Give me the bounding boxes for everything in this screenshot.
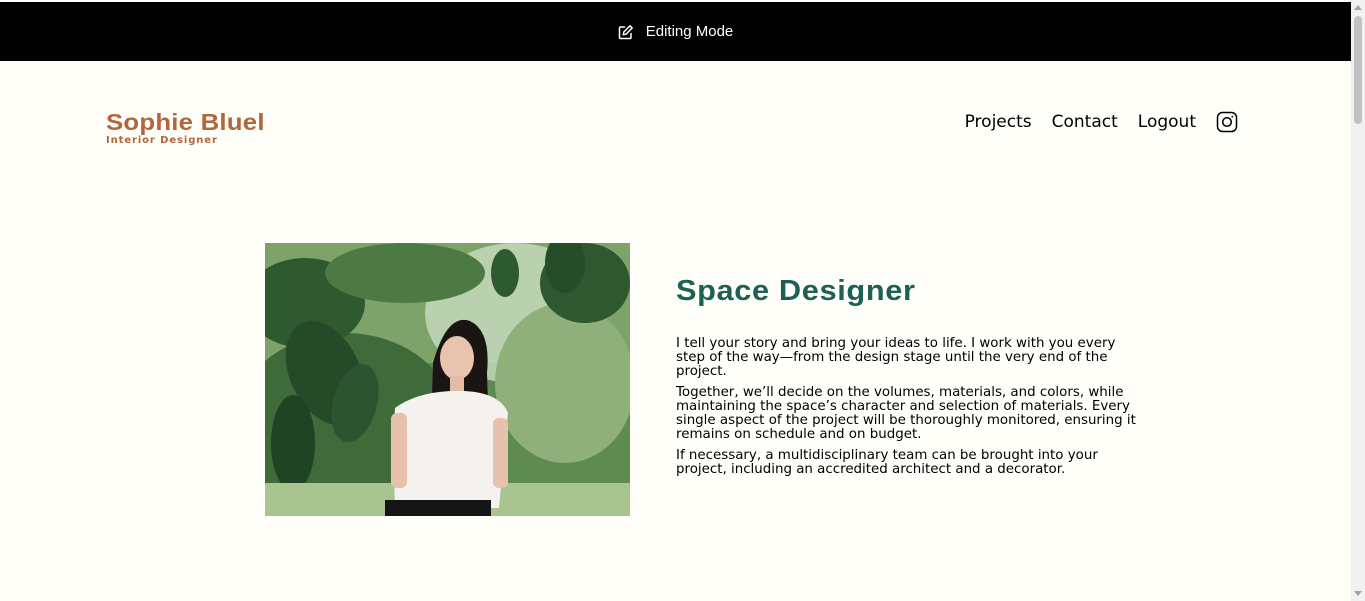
editing-mode-label: Editing Mode	[645, 23, 734, 40]
brand-name: Sophie Bluel	[106, 109, 265, 135]
nav-link-projects[interactable]: Projects	[965, 108, 1032, 136]
scroll-up-arrow-icon[interactable]	[1354, 5, 1362, 10]
nav-link-contact[interactable]: Contact	[1052, 108, 1118, 136]
main-nav: Projects Contact Logout	[965, 108, 1238, 136]
about-article: Space Designer I tell your story and bri…	[676, 272, 1146, 484]
site-header: Sophie Bluel Interior Designer Projects …	[106, 108, 1238, 148]
nav-link-logout[interactable]: Logout	[1138, 108, 1196, 136]
vertical-scrollbar[interactable]	[1351, 0, 1365, 601]
pen-square-icon	[618, 24, 634, 40]
scrollbar-thumb[interactable]	[1354, 16, 1362, 124]
instagram-icon[interactable]	[1216, 111, 1238, 133]
intro-paragraph: I tell your story and bring your ideas t…	[676, 336, 1116, 379]
designer-portrait-photo	[265, 243, 630, 516]
brand-subtitle: Interior Designer	[106, 135, 218, 146]
intro-paragraph: Together, we’ll decide on the volumes, m…	[676, 385, 1136, 442]
scroll-down-arrow-icon[interactable]	[1354, 591, 1362, 596]
brand-logo[interactable]: Sophie Bluel Interior Designer	[106, 108, 264, 147]
section-title: Space Designer	[676, 275, 916, 307]
intro-paragraph: If necessary, a multidisciplinary team c…	[676, 448, 1098, 477]
editing-mode-bar: Editing Mode	[0, 2, 1351, 61]
